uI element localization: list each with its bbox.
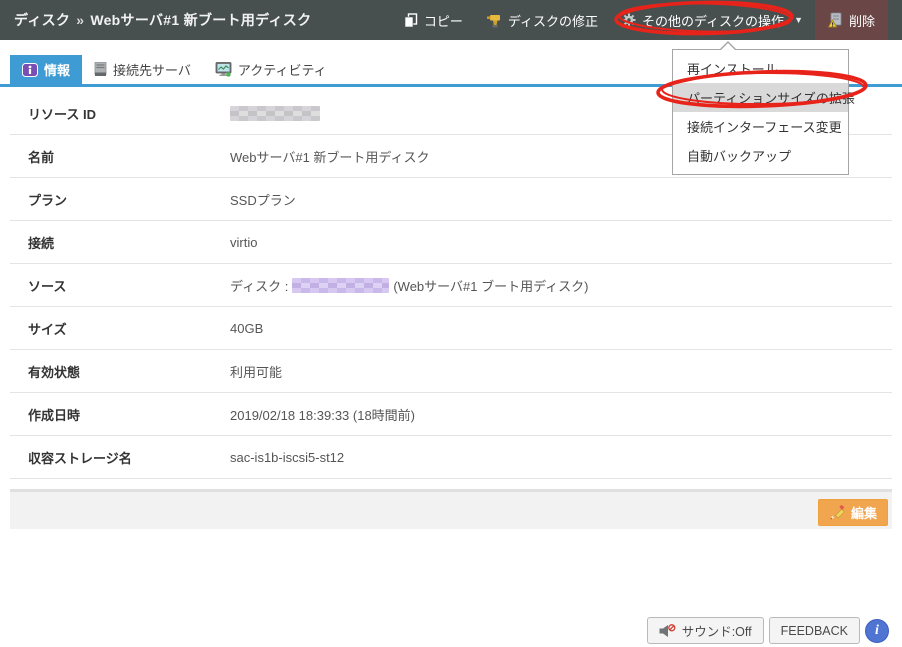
row-label: 有効状態	[10, 362, 230, 381]
activity-monitor-icon	[215, 62, 232, 77]
delete-button-label: 削除	[849, 11, 875, 30]
edit-button-label: 編集	[851, 503, 877, 522]
tab-information-label: 情報	[44, 60, 70, 79]
delete-button[interactable]: 削除	[815, 0, 888, 40]
feedback-button[interactable]: FEEDBACK	[769, 617, 860, 644]
tab-connected-server-label: 接続先サーバ	[113, 60, 191, 79]
row-value: SSDプラン	[230, 190, 296, 209]
table-row-created-at: 作成日時 2019/02/18 18:39:33 (18時間前)	[10, 393, 892, 436]
row-label: 接続	[10, 233, 230, 252]
dropdown-caret	[719, 41, 737, 50]
table-row-availability: 有効状態 利用可能	[10, 350, 892, 393]
tab-information[interactable]: 情報	[10, 55, 82, 84]
row-value: 利用可能	[230, 362, 282, 381]
table-row-size: サイズ 40GB	[10, 307, 892, 350]
table-row-source: ソース ディスク : (Webサーバ#1 ブート用ディスク)	[10, 264, 892, 307]
tab-activity[interactable]: アクティビティ	[203, 55, 339, 84]
feedback-button-label: FEEDBACK	[781, 624, 848, 638]
row-label: ソース	[10, 276, 230, 295]
breadcrumb-current: Webサーバ#1 新ブート用ディスク	[90, 12, 311, 28]
modify-disk-button[interactable]: ディスクの修正	[475, 0, 610, 40]
breadcrumb-separator: »	[76, 12, 84, 28]
delete-disk-warning-icon	[828, 12, 843, 28]
row-value: ディスク : (Webサーバ#1 ブート用ディスク)	[230, 276, 589, 295]
redacted-resource-id	[230, 106, 320, 121]
info-icon: i	[875, 623, 879, 639]
row-value: 40GB	[230, 321, 263, 336]
tab-activity-label: アクティビティ	[238, 60, 327, 79]
menu-item-auto-backup[interactable]: 自動バックアップ	[673, 141, 848, 170]
row-value: 2019/02/18 18:39:33 (18時間前)	[230, 405, 415, 424]
menu-item-expand-partition-size[interactable]: パーティションサイズの拡張	[673, 83, 848, 112]
more-disk-operations-button[interactable]: その他のディスクの操作 ▼	[610, 0, 815, 40]
copy-button-label: コピー	[424, 11, 463, 30]
menu-item-reinstall[interactable]: 再インストール	[673, 54, 848, 83]
copy-icon	[404, 13, 418, 28]
row-label: 収容ストレージ名	[10, 448, 230, 467]
more-disk-operations-label: その他のディスクの操作	[642, 11, 784, 30]
topbar-actions: コピー ディスクの修正 その他のディスクの操作 ▼ 削除	[392, 0, 902, 40]
info-tab-icon	[22, 63, 38, 77]
table-row-connection: 接続 virtio	[10, 221, 892, 264]
speaker-muted-icon	[659, 624, 676, 638]
gear-icon	[622, 13, 636, 27]
row-label: 作成日時	[10, 405, 230, 424]
server-icon	[94, 62, 107, 77]
edit-button[interactable]: 編集	[818, 499, 888, 526]
breadcrumb-parent[interactable]: ディスク	[14, 12, 70, 28]
row-value: sac-is1b-iscsi5-st12	[230, 450, 344, 465]
source-prefix: ディスク :	[230, 276, 288, 295]
sound-toggle-button[interactable]: サウンド:Off	[647, 617, 764, 644]
source-suffix: (Webサーバ#1 ブート用ディスク)	[393, 276, 588, 295]
row-label: リソース ID	[10, 104, 230, 123]
modify-disk-button-label: ディスクの修正	[508, 11, 598, 30]
table-row-storage-name: 収容ストレージ名 sac-is1b-iscsi5-st12	[10, 436, 892, 479]
tab-connected-server[interactable]: 接続先サーバ	[82, 55, 203, 84]
top-bar: ディスク » Webサーバ#1 新ブート用ディスク コピー ディスクの修正 その他の…	[0, 0, 902, 40]
disk-detail-page: ディスク » Webサーバ#1 新ブート用ディスク コピー ディスクの修正 その他の…	[0, 0, 902, 647]
copy-button[interactable]: コピー	[392, 0, 475, 40]
row-label: サイズ	[10, 319, 230, 338]
footer-action-strip: 編集	[10, 489, 892, 529]
row-label: プラン	[10, 190, 230, 209]
row-value	[230, 106, 320, 121]
menu-item-change-interface[interactable]: 接続インターフェース変更	[673, 112, 848, 141]
row-value: virtio	[230, 235, 257, 250]
disk-operations-dropdown: 再インストール パーティションサイズの拡張 接続インターフェース変更 自動バック…	[672, 49, 849, 175]
breadcrumb: ディスク » Webサーバ#1 新ブート用ディスク	[14, 10, 311, 30]
row-value: Webサーバ#1 新ブート用ディスク	[230, 147, 430, 166]
drill-tool-icon	[487, 13, 502, 28]
pencil-icon	[829, 505, 845, 521]
status-bar: サウンド:Off FEEDBACK i	[647, 617, 889, 644]
info-button[interactable]: i	[865, 619, 889, 643]
redacted-source-link[interactable]	[292, 278, 389, 293]
chevron-down-icon: ▼	[794, 15, 803, 25]
sound-toggle-label: サウンド:Off	[682, 621, 752, 640]
table-row-plan: プラン SSDプラン	[10, 178, 892, 221]
row-label: 名前	[10, 147, 230, 166]
